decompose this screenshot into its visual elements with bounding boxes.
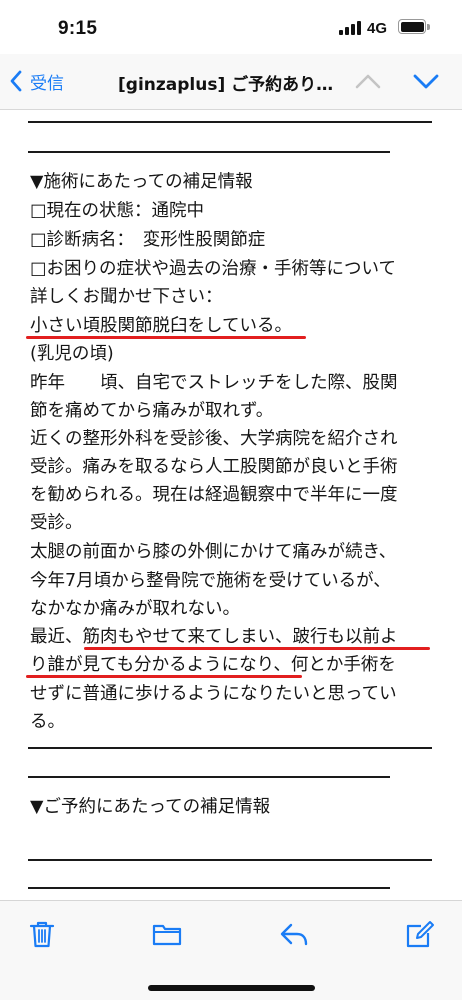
body-line: なかなか痛みが取れない。 [30, 599, 240, 619]
trash-icon[interactable] [27, 919, 57, 949]
chevron-up-icon[interactable] [352, 66, 384, 96]
battery-icon [398, 19, 430, 34]
body-line: (乳児の頃) [30, 344, 114, 364]
section-heading: ▼ご予約にあたっての補足情報 [30, 797, 271, 817]
body-line: 最近、筋肉もやせて来てしまい、跛行も以前よ [30, 627, 398, 647]
body-line: を勧められる。現在は経過観察中で半年に一度 [30, 485, 398, 505]
divider-line [28, 859, 432, 861]
body-line: 受診。 [30, 513, 83, 533]
divider-line [28, 747, 432, 749]
divider-line [28, 887, 390, 889]
network-type: 4G [367, 20, 388, 37]
body-line: 今年7月頃から整骨院で施術を受けているが、 [30, 571, 391, 591]
body-line: □お困りの症状や過去の治療・手術等について [30, 259, 397, 279]
body-line: 節を痛めてから痛みが取れず。 [30, 401, 274, 421]
highlight-underline [26, 675, 302, 678]
highlight-underline [26, 336, 306, 339]
chevron-down-icon[interactable] [410, 66, 442, 96]
body-line: 太腿の前面から膝の外側にかけて痛みが続き、 [30, 542, 397, 562]
divider-line [28, 776, 390, 778]
chevron-left-icon [10, 70, 22, 92]
body-line: 受診。痛みを取るなら人工股関節が良いと手術 [30, 457, 398, 477]
highlight-underline [84, 647, 430, 650]
cellular-signal-icon [339, 21, 361, 35]
body-line: り誰が見ても分かるようになり、何とか手術を [30, 655, 396, 675]
divider-line [28, 121, 432, 123]
section-heading: ▼施術にあたっての補足情報 [30, 172, 253, 192]
body-line: る。 [30, 712, 65, 732]
navigation-bar: 受信 [ginzaplus] ご予約あり… [0, 54, 462, 110]
divider-line [28, 151, 390, 153]
compose-icon[interactable] [405, 919, 435, 949]
message-subject-title: [ginzaplus] ご予約あり… [118, 75, 334, 95]
body-line: 詳しくお聞かせ下さい： [30, 287, 223, 307]
status-time: 9:15 [58, 18, 98, 39]
reply-icon[interactable] [279, 919, 309, 949]
body-line: 小さい頃股関節脱臼をしている。 [30, 316, 292, 336]
body-line: □診断病名： 変形性股関節症 [30, 230, 266, 250]
body-line: □現在の状態：通院中 [30, 201, 205, 221]
folder-icon[interactable] [152, 919, 182, 949]
body-line: 昨年 頃、自宅でストレッチをした際、股関 [30, 373, 398, 393]
back-label: 受信 [30, 73, 64, 94]
body-line: せずに普通に歩けるようになりたいと思ってい [30, 684, 397, 704]
status-bar: 9:15 4G [0, 0, 462, 54]
body-line: 近くの整形外科を受診後、大学病院を紹介され [30, 429, 398, 449]
message-body: ▼施術にあたっての補足情報 □現在の状態：通院中 □診断病名： 変形性股関節症 … [0, 110, 462, 900]
back-button[interactable]: 受信 [8, 66, 64, 96]
home-indicator[interactable] [148, 985, 315, 991]
